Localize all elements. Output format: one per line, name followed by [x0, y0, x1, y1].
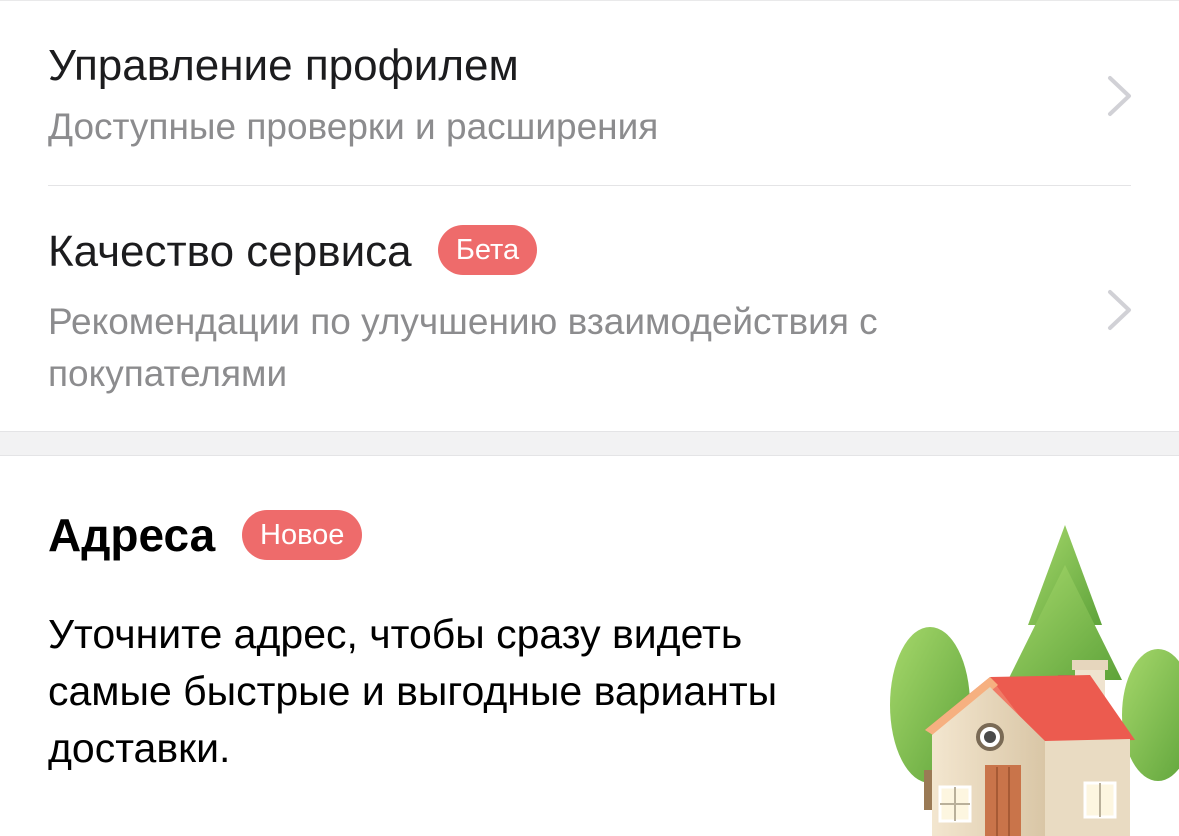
addresses-title-line: Адреса Новое [48, 505, 363, 565]
beta-badge: Бета [437, 225, 538, 276]
chevron-right-icon [1108, 76, 1131, 116]
service-quality-title: Качество сервиса [48, 227, 412, 276]
profile-management-row[interactable]: Управление профилем Доступные проверки и… [0, 0, 1179, 185]
profile-management-subtitle: Доступные проверки и расширения [48, 106, 659, 147]
service-quality-row[interactable]: Качество сервиса Бета Рекомендации по ул… [0, 186, 1179, 431]
service-quality-title-line: Качество сервиса Бета [48, 225, 538, 279]
house-with-trees-illustration [890, 525, 1179, 836]
new-badge: Новое [242, 509, 363, 560]
service-quality-subtitle: Рекомендации по улучшению взаимодействия… [48, 301, 878, 394]
addresses-title: Адреса [48, 509, 216, 561]
section-separator [0, 431, 1179, 456]
addresses-description: Уточните адрес, чтобы сразу видеть самые… [48, 611, 778, 771]
profile-management-title: Управление профилем [48, 41, 519, 90]
chevron-right-icon [1108, 290, 1131, 330]
